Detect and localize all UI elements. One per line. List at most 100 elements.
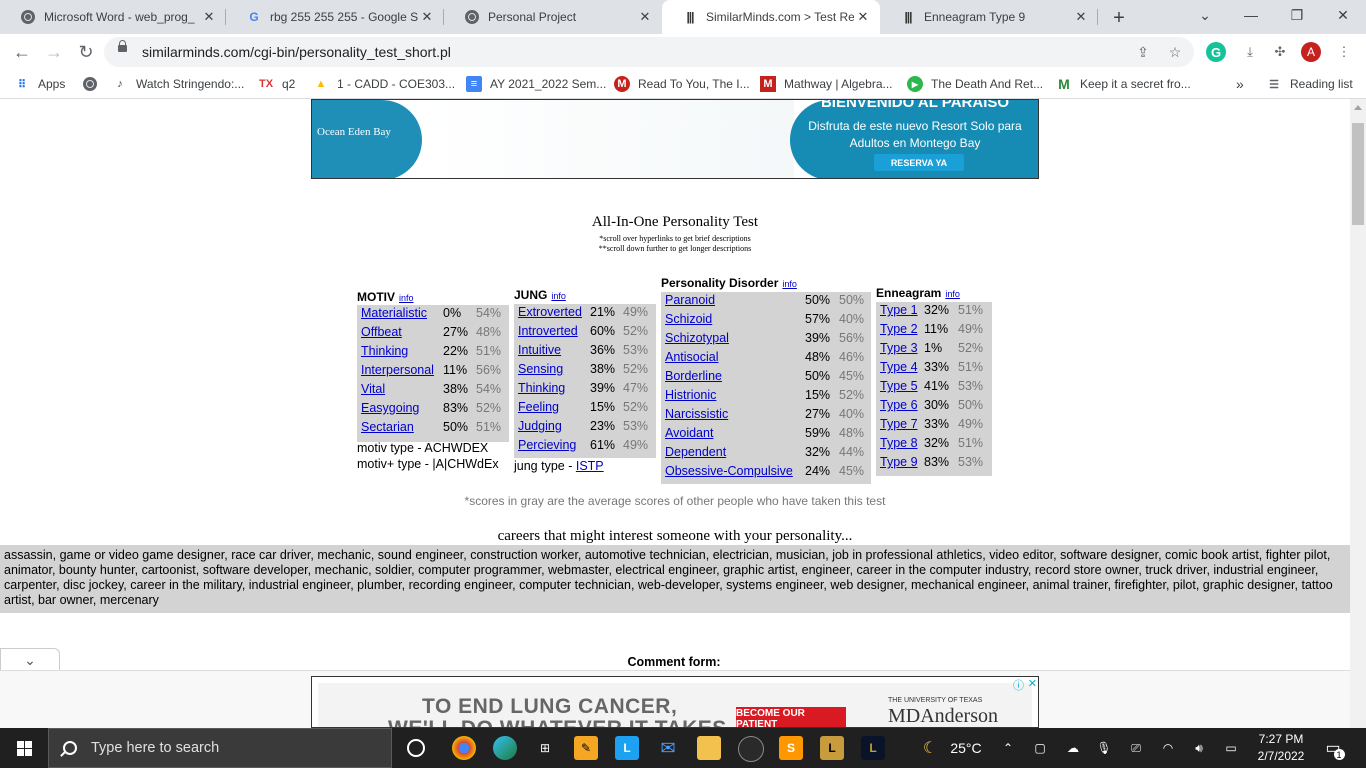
tray-expand-icon[interactable]: ⌃ [998,728,1018,768]
file-explorer-icon[interactable] [697,736,721,760]
motiv-trait-link[interactable]: Sectarian [361,420,414,434]
bookmark-cadd[interactable]: ▲ 1 - CADD - COE303... [313,70,455,98]
tab-similarminds[interactable]: ||| SimilarMinds.com > Test Res ✕ [662,0,880,34]
bookmark-ay2021[interactable]: ≡ AY 2021_2022 Sem... [466,70,606,98]
star-icon[interactable]: ☆ [1166,43,1184,61]
jung-trait-link[interactable]: Introverted [518,324,578,338]
back-arrow-icon[interactable]: ← [8,38,36,66]
page-scrollbar[interactable] [1350,99,1366,728]
store-icon[interactable]: ⊞ [533,736,557,760]
motiv-trait-link[interactable]: Offbeat [361,325,402,339]
minimize-button[interactable]: — [1228,0,1274,30]
paint-icon[interactable]: ✎ [574,736,598,760]
disorder-trait-link[interactable]: Obsessive-Compulsive [665,464,793,478]
share-icon[interactable]: ⇪ [1134,43,1152,61]
disorder-info-link[interactable]: info [782,279,797,289]
bookmark-mathway[interactable]: M Mathway | Algebra... [760,70,893,98]
temperature[interactable]: 25°C [946,728,986,768]
url-text[interactable]: similarminds.com/cgi-bin/personality_tes… [142,44,451,60]
reading-list-button[interactable]: ☰ Reading list [1266,70,1353,98]
jung-trait-link[interactable]: Feeling [518,400,559,414]
tab-google[interactable]: G rbg 255 255 255 - Google Se ✕ [226,0,444,34]
jung-trait-link[interactable]: Intuitive [518,343,561,357]
jung-info-link[interactable]: info [551,291,566,301]
ad-close-icon[interactable]: ✕ [1028,677,1037,690]
jung-trait-link[interactable]: Sensing [518,362,563,376]
close-icon[interactable]: ✕ [636,8,654,26]
enneagram-trait-link[interactable]: Type 5 [880,379,918,393]
disorder-trait-link[interactable]: Narcissistic [665,407,728,421]
tab-word[interactable]: Microsoft Word - web_prog_ ✕ [0,0,226,34]
motiv-info-link[interactable]: info [399,293,414,303]
disorder-trait-link[interactable]: Avoidant [665,426,713,440]
enneagram-trait-link[interactable]: Type 2 [880,322,918,336]
display-icon[interactable]: ⎚ [1126,728,1146,768]
lock-icon[interactable] [118,40,127,52]
weather-icon[interactable]: ☾ [918,728,942,768]
chevron-down-icon[interactable]: ⌄ [0,648,60,671]
disorder-trait-link[interactable]: Schizoid [665,312,712,326]
jung-trait-link[interactable]: Thinking [518,381,565,395]
ad-patient-button[interactable]: BECOME OUR PATIENT [736,707,846,727]
jung-trait-link[interactable]: Judging [518,419,562,433]
mail-icon[interactable]: ✉ [656,736,680,760]
game-app-icon[interactable] [738,736,764,762]
bookmark-q2[interactable]: TX q2 [258,70,295,98]
disorder-trait-link[interactable]: Histrionic [665,388,716,402]
close-window-button[interactable]: ✕ [1320,0,1366,30]
windows-start-icon[interactable] [0,728,48,768]
taskbar-search-box[interactable]: Type here to search [48,728,392,768]
grammarly-icon[interactable]: G [1206,42,1226,62]
close-icon[interactable]: ✕ [854,8,872,26]
tab-search-icon[interactable]: ⌄ [1182,0,1228,30]
address-bar[interactable]: similarminds.com/cgi-bin/personality_tes… [104,37,1194,67]
bookmark-death-and-ret[interactable]: ▶ The Death And Ret... [907,70,1043,98]
disorder-trait-link[interactable]: Schizotypal [665,331,729,345]
scroll-up-arrow-icon[interactable] [1354,105,1362,110]
disorder-trait-link[interactable]: Paranoid [665,293,715,307]
forward-arrow-icon[interactable]: → [40,38,68,66]
motiv-trait-link[interactable]: Materialistic [361,306,427,320]
l-app-icon[interactable]: L [615,736,639,760]
edge-icon[interactable] [493,736,517,760]
ad-reserve-button[interactable]: RESERVA YA [874,154,964,171]
battery-icon[interactable]: ▭ [1220,728,1242,768]
downloads-icon[interactable]: ⤓ [1240,42,1260,62]
disorder-trait-link[interactable]: Borderline [665,369,722,383]
enneagram-trait-link[interactable]: Type 9 [880,455,918,469]
onedrive-icon[interactable]: ☁ [1062,728,1084,768]
jung-trait-link[interactable]: Percieving [518,438,576,452]
scrollbar-thumb[interactable] [1352,123,1364,225]
disorder-trait-link[interactable]: Antisocial [665,350,719,364]
league-icon[interactable]: L [820,736,844,760]
close-icon[interactable]: ✕ [418,8,436,26]
enneagram-trait-link[interactable]: Type 8 [880,436,918,450]
bookmarks-overflow-button[interactable]: » [1236,70,1244,98]
disorder-trait-link[interactable]: Dependent [665,445,726,459]
jung-type-link[interactable]: ISTP [576,459,604,473]
notification-icon[interactable]: ▭ 1 [1320,728,1346,768]
tab-personal-project[interactable]: Personal Project ✕ [444,0,662,34]
enneagram-trait-link[interactable]: Type 7 [880,417,918,431]
cortana-circle-icon[interactable] [404,736,428,760]
enneagram-trait-link[interactable]: Type 1 [880,303,918,317]
menu-kebab-icon[interactable]: ⋮ [1334,42,1354,62]
ad-info-icon[interactable]: ⓘ [1013,677,1024,693]
chrome-icon[interactable] [452,736,476,760]
motiv-trait-link[interactable]: Interpersonal [361,363,434,377]
close-icon[interactable]: ✕ [1072,8,1090,26]
bookmark-read-to-you[interactable]: M Read To You, The I... [614,70,750,98]
bookmark-stringendo[interactable]: ♪ Watch Stringendo:... [112,70,244,98]
new-tab-button[interactable]: + [1108,7,1130,29]
bookmark-globe[interactable] [82,70,106,98]
profile-avatar[interactable]: A [1301,42,1321,62]
reload-icon[interactable]: ↻ [72,38,100,66]
meet-now-icon[interactable]: ▢ [1030,728,1050,768]
extensions-puzzle-icon[interactable]: ✣ [1270,42,1290,62]
restore-button[interactable]: ❐ [1274,0,1320,30]
ad-banner-top[interactable]: Ocean Eden Bay BIENVENIDO AL PARAISO Dis… [311,99,1039,179]
taskbar-clock[interactable]: 7:27 PM 2/7/2022 [1244,731,1318,765]
close-icon[interactable]: ✕ [200,8,218,26]
microphone-icon[interactable]: 🎙︎ [1094,728,1114,768]
motiv-trait-link[interactable]: Easygoing [361,401,419,415]
